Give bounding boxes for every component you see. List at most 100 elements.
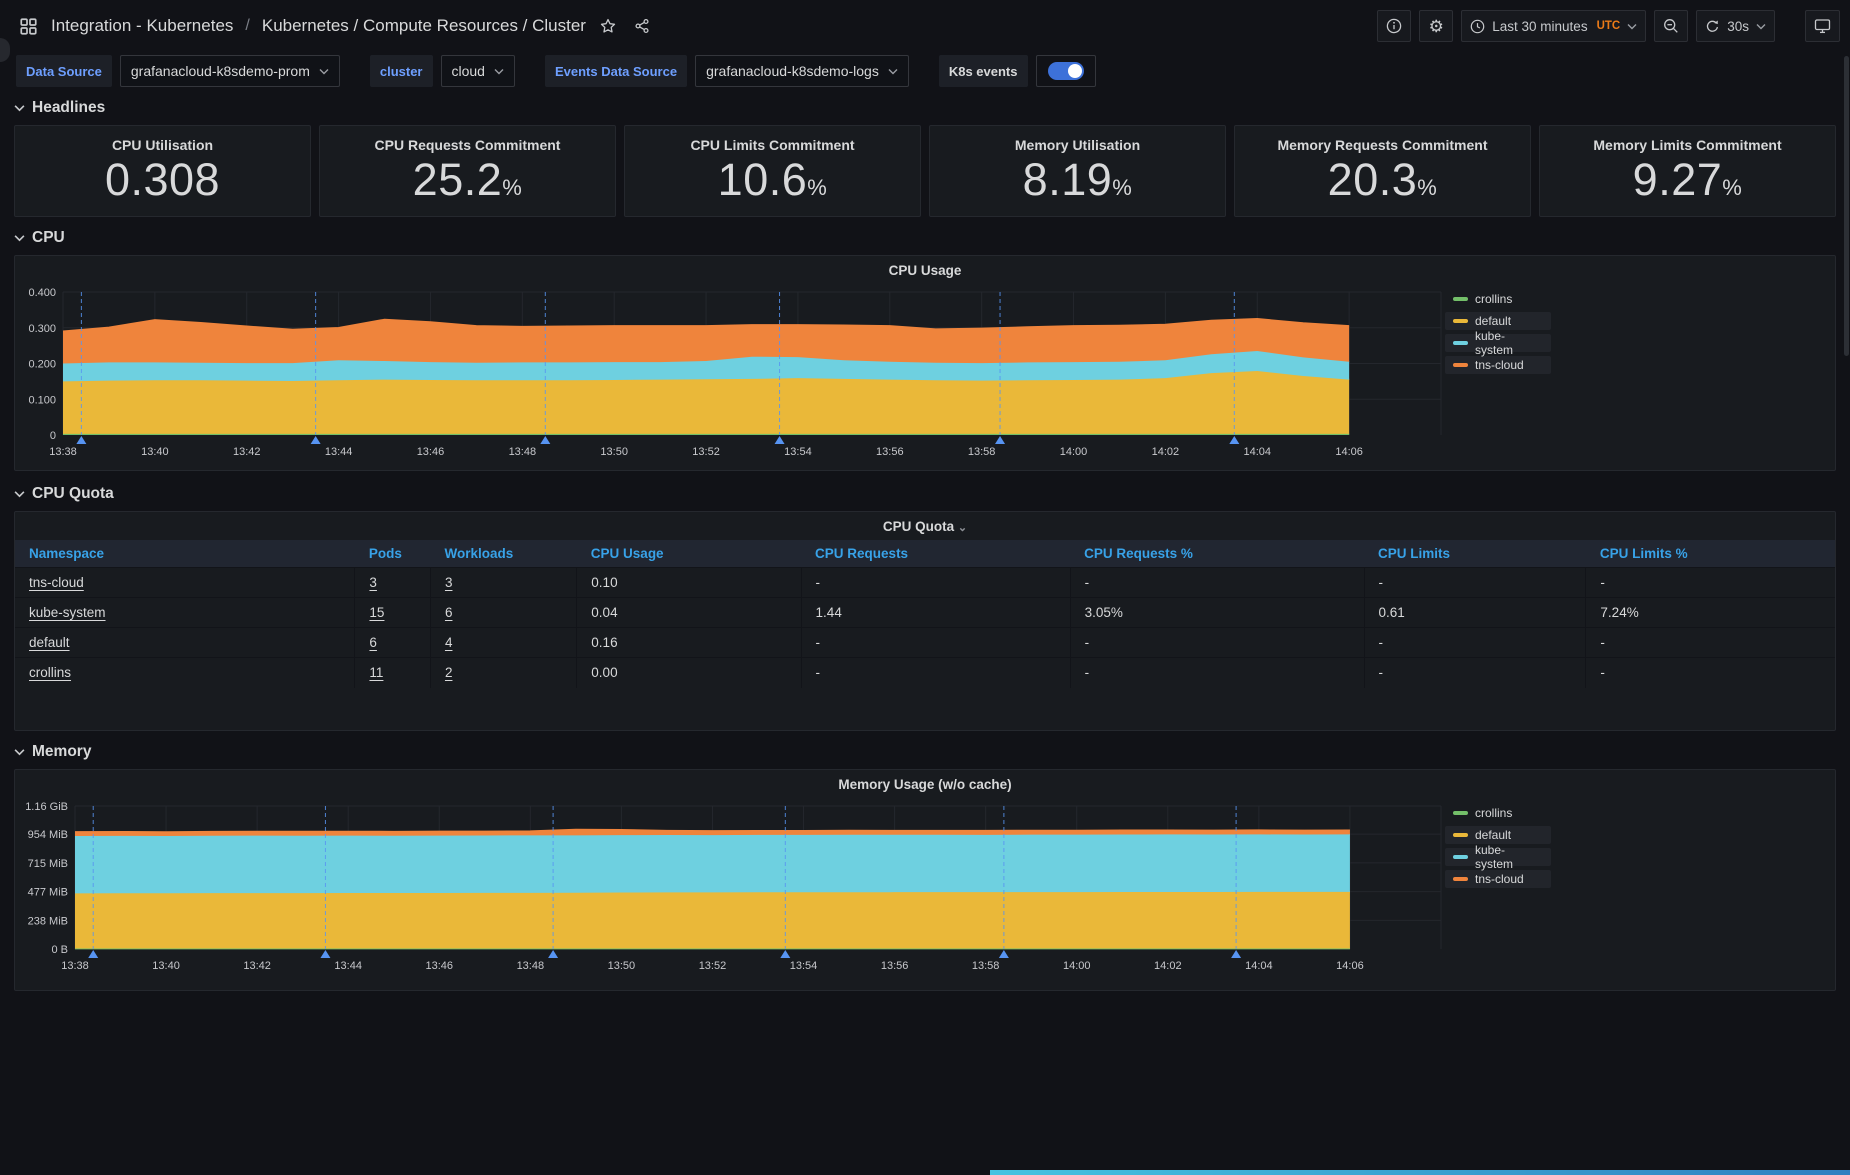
chevron-down-icon: [888, 68, 898, 75]
svg-text:954 MiB: 954 MiB: [28, 829, 68, 841]
breadcrumb-root[interactable]: Integration - Kubernetes: [51, 16, 233, 36]
gear-icon: ⚙: [1429, 18, 1444, 35]
scrollbar[interactable]: [1844, 56, 1849, 356]
stat-panel: Memory Limits Commitment9.27%: [1539, 125, 1836, 217]
k8s-events-toggle[interactable]: [1036, 55, 1096, 87]
svg-text:13:56: 13:56: [881, 960, 909, 972]
section-title: CPU Quota: [32, 485, 114, 503]
time-range-picker[interactable]: Last 30 minutes UTC: [1461, 10, 1646, 42]
panel-title-text: CPU Quota: [883, 519, 954, 534]
refresh-interval-picker[interactable]: 30s: [1696, 10, 1775, 42]
stat-panel-title[interactable]: Memory Limits Commitment: [1540, 137, 1835, 153]
svg-text:13:52: 13:52: [692, 446, 720, 458]
column-header[interactable]: CPU Limits %: [1586, 540, 1835, 568]
column-header[interactable]: Namespace: [15, 540, 355, 568]
svg-text:14:02: 14:02: [1154, 960, 1182, 972]
panel-title[interactable]: CPU Usage: [15, 256, 1835, 284]
stat-panel-title[interactable]: Memory Requests Commitment: [1235, 137, 1530, 153]
legend-swatch: [1453, 297, 1468, 301]
namespace-link[interactable]: kube-system: [29, 605, 106, 620]
legend-label: kube-system: [1475, 329, 1543, 357]
memory-usage-chart[interactable]: 0 B238 MiB477 MiB715 MiB954 MiB1.16 GiB1…: [21, 800, 1445, 975]
monitor-icon: [1814, 18, 1831, 34]
panel-title[interactable]: CPU Quota ⌄: [15, 512, 1835, 540]
pods-link[interactable]: 15: [369, 605, 384, 620]
svg-text:13:50: 13:50: [608, 960, 636, 972]
table-row: crollins1120.00----: [15, 658, 1835, 688]
legend-item-default[interactable]: default: [1445, 312, 1551, 330]
legend-label: default: [1475, 314, 1511, 328]
legend-item-crollins[interactable]: crollins: [1445, 290, 1551, 308]
table-cell: -: [1364, 628, 1586, 658]
legend-item-crollins[interactable]: crollins: [1445, 804, 1551, 822]
namespace-link[interactable]: tns-cloud: [29, 575, 84, 590]
legend-label: default: [1475, 828, 1511, 842]
stat-value: 20.3%: [1235, 154, 1530, 206]
star-icon[interactable]: [596, 14, 620, 38]
namespace-link[interactable]: crollins: [29, 665, 71, 680]
svg-text:13:54: 13:54: [790, 960, 818, 972]
memory-usage-legend: crollinsdefaultkube-systemtns-cloud: [1445, 800, 1551, 975]
pods-link[interactable]: 6: [369, 635, 377, 650]
memory-usage-panel: Memory Usage (w/o cache) 0 B238 MiB477 M…: [14, 769, 1836, 991]
section-headlines[interactable]: Headlines: [14, 98, 1836, 118]
svg-text:13:48: 13:48: [517, 960, 545, 972]
table-cell: 1.44: [801, 598, 1070, 628]
workloads-link[interactable]: 4: [445, 635, 453, 650]
section-cpu[interactable]: CPU: [14, 228, 1836, 248]
column-header[interactable]: Pods: [355, 540, 431, 568]
pods-link[interactable]: 3: [369, 575, 377, 590]
section-memory[interactable]: Memory: [14, 742, 1836, 762]
panel-title[interactable]: Memory Usage (w/o cache): [15, 770, 1835, 798]
legend-item-default[interactable]: default: [1445, 826, 1551, 844]
dashboard-insights-button[interactable]: [1377, 10, 1411, 42]
svg-text:13:40: 13:40: [152, 960, 180, 972]
svg-text:13:38: 13:38: [49, 446, 77, 458]
headline-stats-row: CPU Utilisation0.308CPU Requests Commitm…: [14, 125, 1836, 217]
workloads-link[interactable]: 3: [445, 575, 453, 590]
workloads-link[interactable]: 6: [445, 605, 453, 620]
svg-text:13:44: 13:44: [334, 960, 362, 972]
tv-mode-button[interactable]: [1805, 10, 1840, 42]
dashboard-settings-button[interactable]: ⚙: [1419, 10, 1453, 42]
stat-panel-title[interactable]: CPU Requests Commitment: [320, 137, 615, 153]
stat-panel-title[interactable]: Memory Utilisation: [930, 137, 1225, 153]
svg-text:14:04: 14:04: [1245, 960, 1273, 972]
cpu-usage-chart[interactable]: 00.1000.2000.3000.40013:3813:4013:4213:4…: [21, 286, 1445, 461]
dashboards-grid-icon[interactable]: [16, 14, 41, 39]
share-icon[interactable]: [630, 14, 654, 38]
svg-text:0 B: 0 B: [51, 944, 68, 956]
table-cell: -: [1070, 658, 1364, 688]
legend-item-kube-system[interactable]: kube-system: [1445, 848, 1551, 866]
chevron-down-icon: [14, 104, 25, 112]
cluster-select[interactable]: cloud: [441, 55, 515, 87]
svg-text:238 MiB: 238 MiB: [28, 915, 68, 927]
legend-item-tns-cloud[interactable]: tns-cloud: [1445, 356, 1551, 374]
legend-item-kube-system[interactable]: kube-system: [1445, 334, 1551, 352]
events-datasource-select[interactable]: grafanacloud-k8sdemo-logs: [695, 55, 909, 87]
table-cell: kube-system: [15, 598, 355, 628]
svg-text:13:50: 13:50: [600, 446, 628, 458]
stat-panel-title[interactable]: CPU Limits Commitment: [625, 137, 920, 153]
stat-value: 8.19%: [930, 154, 1225, 206]
namespace-link[interactable]: default: [29, 635, 70, 650]
svg-text:13:56: 13:56: [876, 446, 904, 458]
dashboard-title[interactable]: Kubernetes / Compute Resources / Cluster: [262, 16, 586, 36]
next-panel-edge: [990, 1170, 1850, 1175]
column-header[interactable]: CPU Requests %: [1070, 540, 1364, 568]
pods-link[interactable]: 11: [369, 665, 383, 680]
column-header[interactable]: Workloads: [430, 540, 576, 568]
column-header[interactable]: CPU Requests: [801, 540, 1070, 568]
section-cpu-quota[interactable]: CPU Quota: [14, 484, 1836, 504]
legend-item-tns-cloud[interactable]: tns-cloud: [1445, 870, 1551, 888]
cluster-value: cloud: [452, 63, 485, 79]
legend-label: kube-system: [1475, 843, 1543, 871]
workloads-link[interactable]: 2: [445, 665, 453, 680]
panel-menu-caret-icon[interactable]: ⌄: [958, 522, 967, 534]
column-header[interactable]: CPU Limits: [1364, 540, 1586, 568]
column-header[interactable]: CPU Usage: [577, 540, 801, 568]
table-cell: 0.00: [577, 658, 801, 688]
datasource-select[interactable]: grafanacloud-k8sdemo-prom: [120, 55, 340, 87]
stat-panel-title[interactable]: CPU Utilisation: [15, 137, 310, 153]
zoom-out-button[interactable]: [1654, 10, 1688, 42]
